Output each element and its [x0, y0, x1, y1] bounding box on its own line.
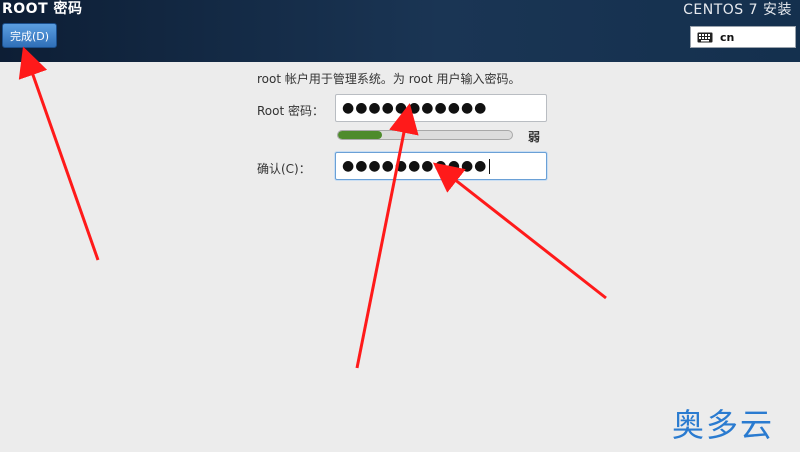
product-title: CENTOS 7 安装: [683, 2, 792, 18]
confirm-password-label: 确认(C)：: [257, 162, 311, 176]
screen-title: ROOT 密码: [2, 1, 83, 17]
password-strength-bar: [337, 130, 513, 140]
watermark-text: 奥多云: [672, 406, 775, 444]
keyboard-icon: [697, 32, 713, 42]
arrow-to-confirm-password: [432, 162, 607, 300]
root-password-label: Root 密码：: [257, 104, 325, 118]
password-strength-fill: [338, 131, 382, 139]
root-password-value: ●●●●●●●●●●●: [342, 100, 488, 116]
arrow-to-done-button: [18, 46, 100, 261]
password-strength-label: 弱: [528, 130, 541, 144]
header-bar: ROOT 密码 CENTOS 7 安装 完成(D) cn: [0, 0, 800, 62]
done-button[interactable]: 完成(D): [2, 23, 57, 48]
instruction-text: root 帐户用于管理系统。为 root 用户输入密码。: [257, 72, 521, 86]
confirm-password-value: ●●●●●●●●●●●: [342, 158, 488, 174]
keyboard-layout-label: cn: [720, 30, 735, 44]
root-password-input[interactable]: ●●●●●●●●●●●: [335, 94, 547, 122]
annotation-arrows: [18, 46, 607, 369]
text-cursor: [489, 158, 491, 174]
confirm-password-input[interactable]: ●●●●●●●●●●●: [335, 152, 547, 180]
keyboard-layout-indicator[interactable]: cn: [690, 26, 796, 48]
arrow-to-root-password: [355, 103, 419, 369]
